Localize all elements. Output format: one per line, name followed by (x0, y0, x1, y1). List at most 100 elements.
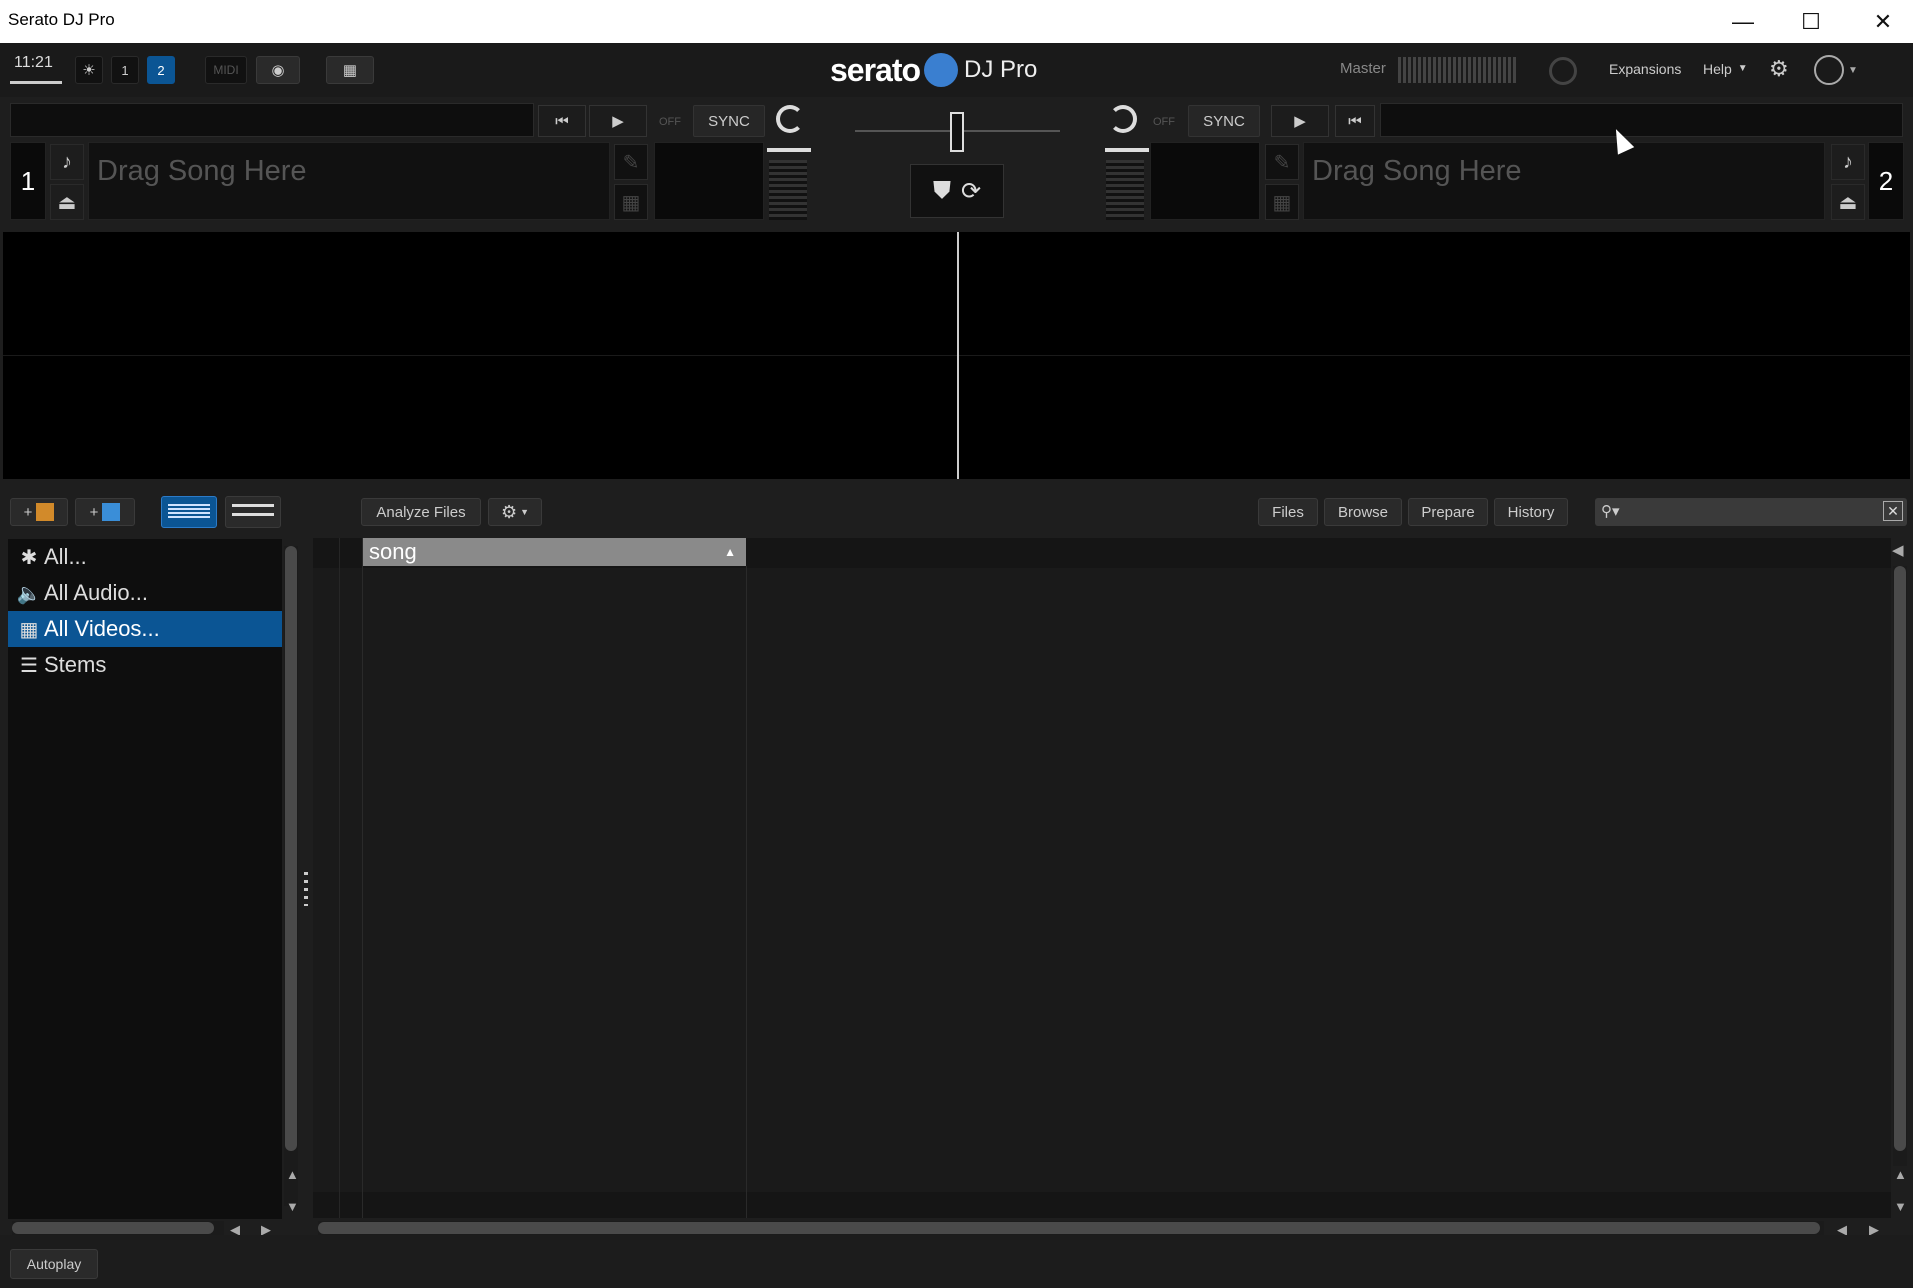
deck-1-cue-button[interactable]: ⏮ (538, 105, 586, 137)
deck-2-number: 2 (1868, 142, 1904, 220)
scroll-down-arrow-icon[interactable]: ▼ (286, 1199, 299, 1214)
table-row[interactable] (313, 802, 1891, 841)
deck-2-eject-button[interactable]: ⏏ (1831, 184, 1865, 220)
table-row[interactable] (313, 958, 1891, 997)
deck-1-keyboard-button[interactable]: ▦ (614, 184, 648, 220)
add-smart-crate-button[interactable]: + (75, 498, 135, 526)
play-icon: ▶ (1294, 113, 1306, 130)
music-note-icon: ♪ (1843, 150, 1853, 173)
deck-1-off-label[interactable]: OFF (659, 116, 681, 128)
table-row[interactable] (313, 763, 1891, 802)
tab-browse[interactable]: Browse (1324, 498, 1402, 526)
search-input[interactable] (1633, 500, 1873, 524)
crossfader-handle[interactable] (950, 112, 964, 152)
deck-2-keyboard-button[interactable]: ▦ (1265, 184, 1299, 220)
chevron-down-icon: ▼ (520, 507, 530, 517)
table-row[interactable] (313, 568, 1891, 607)
expansions-button[interactable]: Expansions (1609, 61, 1681, 77)
library-settings-button[interactable]: ⚙ ▼ (488, 498, 542, 526)
sync-mode-button[interactable]: ⛊ ⟳ (910, 164, 1004, 218)
table-row[interactable] (313, 919, 1891, 958)
account-menu[interactable]: ▼ (1814, 52, 1864, 88)
column-toggle-arrow-icon[interactable]: ◀ (1892, 541, 1904, 559)
minimize-button[interactable]: — (1715, 0, 1771, 43)
video-button[interactable]: ▦ (326, 56, 374, 84)
search-icon[interactable]: ⚲▾ (1601, 502, 1620, 520)
table-row[interactable] (313, 1075, 1891, 1114)
deck-1-key-button[interactable]: ✎ (614, 144, 648, 180)
table-hscroll-thumb[interactable] (318, 1222, 1820, 1234)
deck-1-button[interactable]: 1 (111, 56, 139, 84)
column-header-label: song (369, 539, 417, 564)
maximize-button[interactable]: ☐ (1783, 0, 1839, 43)
table-row[interactable] (313, 997, 1891, 1036)
waveform-display[interactable] (3, 232, 1910, 479)
deck-2-cue-button[interactable]: ⏮ (1335, 105, 1375, 137)
table-row[interactable] (313, 1153, 1891, 1192)
crate-label: All Audio... (44, 580, 148, 605)
deck-1-note-button[interactable]: ♪ (50, 144, 84, 180)
deck-2-drop-zone[interactable]: Drag Song Here (1303, 142, 1825, 220)
album-view-button[interactable] (225, 496, 281, 528)
deck-2-note-button[interactable]: ♪ (1831, 144, 1865, 180)
deck-2-bpm-display (1150, 142, 1260, 220)
table-row[interactable] (313, 880, 1891, 919)
deck-2-off-label[interactable]: OFF (1153, 116, 1175, 128)
search-box: ⚲▾ ✕ (1595, 498, 1907, 526)
stems-icon: ☰ (20, 654, 38, 677)
add-crate-button[interactable]: + (10, 498, 68, 526)
deck-1-pitch-knob[interactable] (776, 105, 804, 133)
deck-1-channel-meter (769, 160, 807, 220)
midi-button[interactable]: MIDI (205, 56, 247, 84)
table-row[interactable] (313, 1114, 1891, 1153)
gear-icon[interactable]: ⚙ (1769, 56, 1789, 82)
deck-2-play-button[interactable]: ▶ (1271, 105, 1329, 137)
brightness-button[interactable]: ☀ (75, 56, 103, 84)
serato-logo: serato DJ Pro (830, 51, 1038, 88)
scroll-up-arrow-icon[interactable]: ▲ (286, 1167, 299, 1182)
sidebar-vertical-scrollbar[interactable] (284, 546, 298, 1206)
table-row[interactable] (313, 1036, 1891, 1075)
crate-item-stems[interactable]: ☰ Stems (8, 647, 282, 683)
panel-splitter-handle[interactable] (304, 872, 308, 906)
deck-1-drop-zone[interactable]: Drag Song Here (88, 142, 610, 220)
deck-1-sync-button[interactable]: SYNC (693, 105, 765, 137)
deck-2-key-button[interactable]: ✎ (1265, 144, 1299, 180)
table-row[interactable] (313, 841, 1891, 880)
deck-2-sync-button[interactable]: SYNC (1188, 105, 1260, 137)
close-window-button[interactable]: ✕ (1855, 0, 1911, 43)
crate-sidebar: ✱ All... 🔈 All Audio... ▦ All Videos... … (8, 539, 282, 1219)
scroll-up-arrow-icon[interactable]: ▲ (1894, 1167, 1907, 1182)
table-horizontal-scrollbar[interactable] (318, 1221, 1824, 1235)
track-view-button[interactable] (161, 496, 217, 528)
table-row[interactable] (313, 724, 1891, 763)
help-menu[interactable]: Help ▼ (1703, 61, 1748, 77)
deck-2-button[interactable]: 2 (147, 56, 175, 84)
tab-prepare[interactable]: Prepare (1408, 498, 1488, 526)
table-row[interactable] (313, 685, 1891, 724)
deck-1-play-button[interactable]: ▶ (589, 105, 647, 137)
column-header-song[interactable]: song ▲ (363, 538, 746, 566)
crate-item-all[interactable]: ✱ All... (8, 539, 282, 575)
analyze-files-button[interactable]: Analyze Files (361, 498, 481, 526)
master-volume-knob[interactable] (1549, 57, 1577, 85)
sort-ascending-icon: ▲ (724, 545, 736, 559)
deck-2-pitch-knob[interactable] (1109, 105, 1137, 133)
tab-files[interactable]: Files (1258, 498, 1318, 526)
deck-1-eject-button[interactable]: ⏏ (50, 184, 84, 220)
autoplay-button[interactable]: Autoplay (10, 1249, 98, 1279)
clear-search-icon[interactable]: ✕ (1883, 501, 1903, 521)
sidebar-hscroll-thumb[interactable] (12, 1222, 214, 1234)
table-scroll-thumb[interactable] (1894, 566, 1906, 1151)
quantize-button[interactable]: ◉ (256, 56, 300, 84)
crate-item-all-videos[interactable]: ▦ All Videos... (8, 611, 282, 647)
table-vertical-scrollbar[interactable] (1893, 566, 1907, 1166)
sidebar-scroll-thumb[interactable] (285, 546, 297, 1151)
sidebar-horizontal-scrollbar[interactable] (12, 1221, 224, 1235)
crate-item-all-audio[interactable]: 🔈 All Audio... (8, 575, 282, 611)
table-row[interactable] (313, 607, 1891, 646)
table-row[interactable] (313, 646, 1891, 685)
deck-2-level-indicator (1105, 148, 1149, 152)
tab-history[interactable]: History (1494, 498, 1568, 526)
scroll-down-arrow-icon[interactable]: ▼ (1894, 1199, 1907, 1214)
